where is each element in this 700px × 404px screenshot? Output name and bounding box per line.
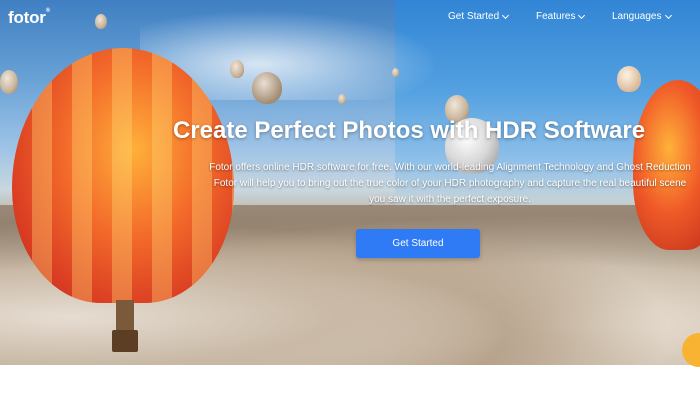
hot-air-balloon-image (0, 70, 18, 94)
chevron-down-icon (578, 11, 586, 19)
hot-air-balloon-image (230, 60, 244, 78)
balloon-ropes (116, 300, 134, 330)
nav-languages[interactable]: Languages (612, 11, 672, 22)
get-started-button[interactable]: Get Started (356, 229, 480, 258)
description-line: you saw it with the perfect exposure. (369, 194, 531, 205)
nav-get-started[interactable]: Get Started (448, 11, 510, 22)
nav-label: Languages (612, 11, 662, 22)
description-line: Fotor offers online HDR software for fre… (209, 162, 691, 173)
hot-air-balloon-image (617, 66, 641, 92)
logo-text: fotor (8, 8, 46, 27)
description-line: Fotor will help you to bring out the tru… (213, 178, 687, 189)
chevron-down-icon (664, 11, 672, 19)
hero-section: fotor® Get Started Features Languages Cr… (0, 0, 700, 365)
chevron-down-icon (502, 11, 510, 19)
nav-label: Features (536, 11, 576, 22)
balloon-basket (112, 330, 138, 352)
hot-air-balloon-image (392, 68, 399, 77)
hero-description: Fotor offers online HDR software for fre… (100, 160, 700, 208)
fotor-logo[interactable]: fotor® (8, 8, 50, 28)
nav-features[interactable]: Features (536, 11, 586, 22)
hot-air-balloon-image (252, 72, 282, 104)
registered-mark: ® (45, 8, 50, 14)
hot-air-balloon-image (338, 94, 346, 104)
nav-label: Get Started (448, 11, 500, 22)
hero-title: Create Perfect Photos with HDR Software (172, 117, 646, 144)
hot-air-balloon-image (95, 14, 107, 29)
